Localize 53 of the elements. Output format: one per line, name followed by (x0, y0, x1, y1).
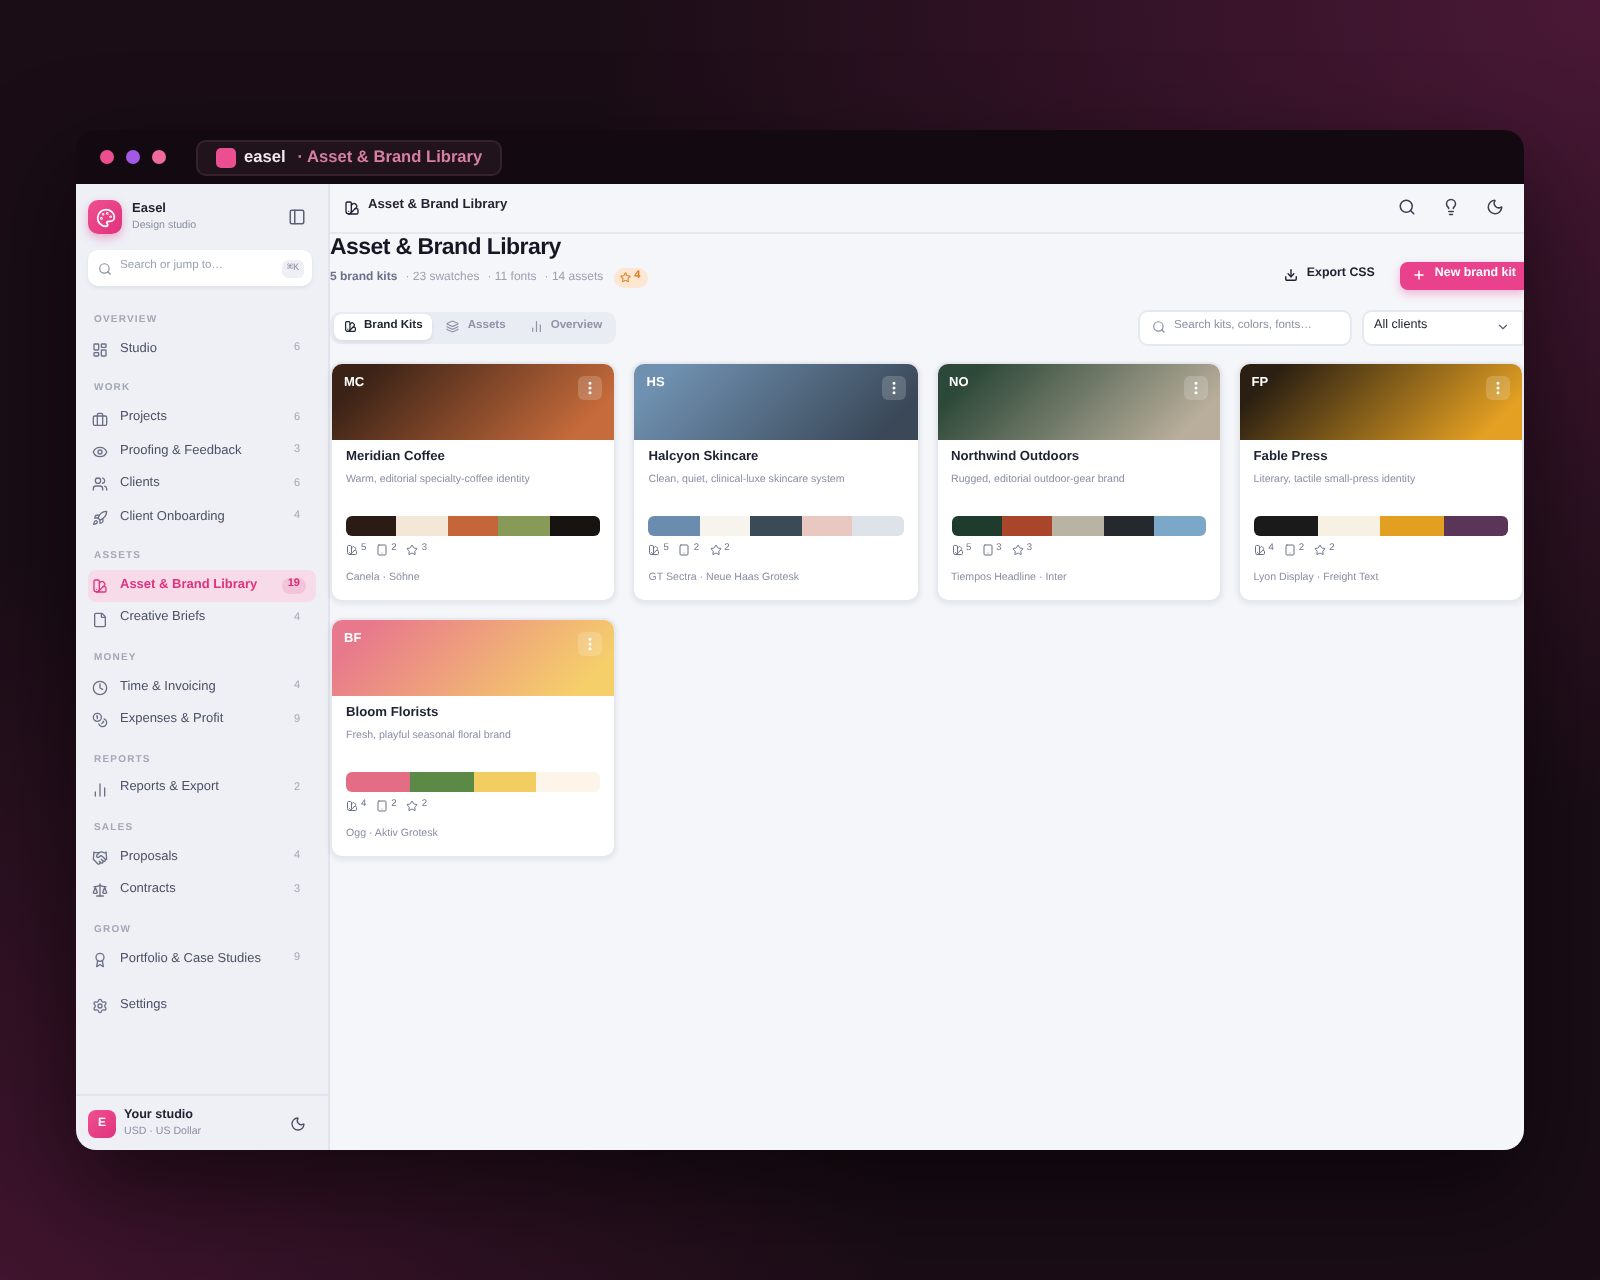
search-icon[interactable] (1398, 198, 1416, 217)
more-button[interactable] (881, 375, 905, 399)
swatch-book-icon (346, 800, 358, 812)
users-icon (92, 476, 108, 493)
window-tab[interactable]: easel · Asset & Brand Library (196, 139, 503, 175)
star-icon (620, 271, 632, 283)
swatch-book-icon (343, 320, 356, 334)
square-logo-icon (216, 147, 236, 167)
download-icon (1284, 268, 1299, 282)
swatch-book-icon (344, 199, 360, 216)
search-icon (98, 261, 112, 275)
bar-chart-icon (529, 320, 543, 334)
chevron-down-icon (1496, 320, 1510, 334)
tablet-icon (376, 800, 389, 812)
swatch-book-icon (951, 544, 963, 556)
swatch-book-icon (1253, 544, 1266, 556)
star-icon (406, 800, 419, 812)
moon-icon[interactable] (1486, 198, 1504, 217)
file-icon (92, 611, 108, 628)
app-name: easel (244, 148, 286, 166)
handshake-icon (92, 850, 108, 867)
more-button[interactable] (578, 375, 603, 399)
bar-chart-icon (92, 781, 108, 798)
tablet-icon (678, 544, 691, 556)
tablet-icon (1283, 544, 1296, 556)
more-button[interactable] (1486, 375, 1510, 399)
search-icon (1152, 320, 1166, 334)
moon-icon[interactable] (290, 1115, 306, 1131)
award-icon (92, 951, 108, 968)
window-title: · Asset & Brand Library (297, 148, 483, 166)
star-icon (709, 544, 722, 556)
star-icon (1011, 544, 1024, 556)
coins-icon (92, 712, 108, 729)
swatch-book-icon (648, 544, 661, 556)
tablet-icon (981, 544, 994, 556)
sidebar-toggle-icon[interactable] (288, 208, 306, 226)
rocket-icon (92, 509, 108, 526)
settings-icon (92, 997, 108, 1014)
briefcase-icon (92, 411, 108, 428)
dashboard-icon (92, 342, 108, 359)
star-icon (1314, 544, 1327, 556)
swatch-book-icon (346, 544, 358, 556)
star-icon (406, 544, 419, 556)
plus-icon (1412, 268, 1427, 282)
page-title: Asset & Brand Library (330, 233, 563, 261)
layers-icon (446, 320, 460, 334)
eye-icon (92, 443, 108, 460)
scale-icon (92, 882, 108, 899)
lightbulb-icon[interactable] (1442, 198, 1460, 217)
clock-icon (92, 679, 108, 696)
swatch-book-icon (92, 578, 108, 595)
tablet-icon (376, 544, 389, 556)
logo-icon (88, 200, 122, 234)
